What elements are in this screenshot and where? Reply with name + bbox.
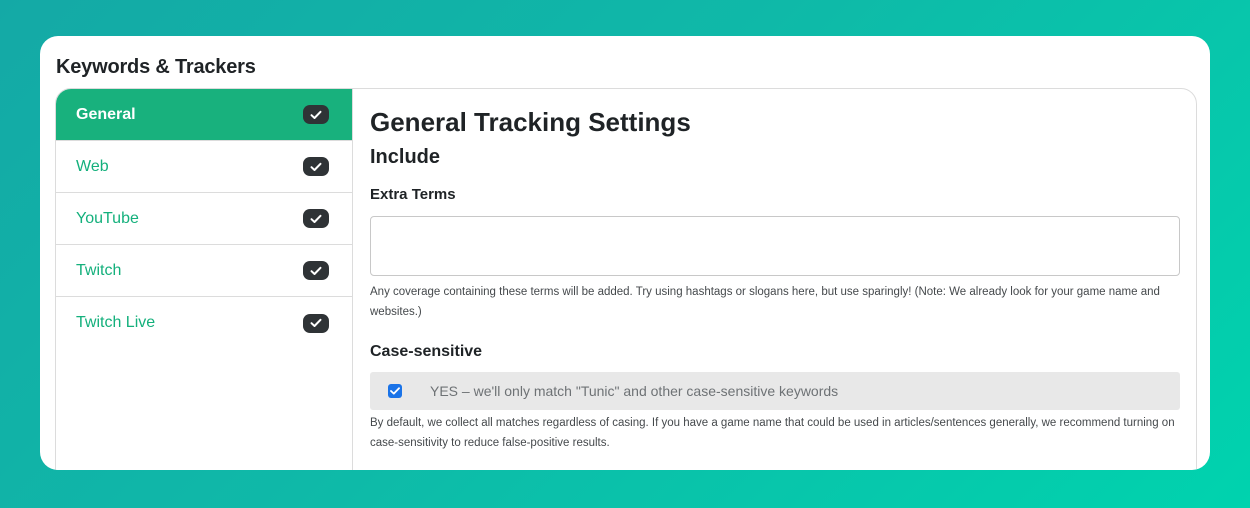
main-content: General Tracking Settings Include Extra … <box>354 89 1196 470</box>
sidebar-item-web[interactable]: Web <box>56 141 352 193</box>
sidebar-item-label: Web <box>76 157 109 175</box>
section-heading-include: Include <box>370 146 441 168</box>
sidebar-item-label: General <box>76 105 136 123</box>
case-sensitive-label: Case-sensitive <box>370 343 483 360</box>
check-icon <box>303 105 329 124</box>
keywords-trackers-card: Keywords & Trackers General Web YouTube <box>40 36 1210 470</box>
sidebar-item-twitch-live[interactable]: Twitch Live <box>56 297 352 349</box>
extra-terms-input[interactable] <box>370 216 1180 276</box>
check-icon <box>303 209 329 228</box>
sidebar-item-label: Twitch Live <box>76 314 156 331</box>
case-sensitive-help-text: By default, we collect all matches regar… <box>370 417 1175 449</box>
sidebar-item-label: YouTube <box>76 209 139 227</box>
settings-panel: General Web YouTube Twitch Twitch Live G… <box>55 88 1197 470</box>
sidebar: General Web YouTube Twitch Twitch Live <box>56 89 353 470</box>
case-sensitive-option-label: YES – we'll only match "Tunic" and other… <box>430 383 839 399</box>
extra-terms-help-text: Any coverage containing these terms will… <box>370 286 1160 318</box>
sidebar-item-youtube[interactable]: YouTube <box>56 193 352 245</box>
sidebar-item-twitch[interactable]: Twitch <box>56 245 352 297</box>
check-icon <box>303 157 329 176</box>
page-title: General Tracking Settings <box>370 107 691 137</box>
sidebar-item-label: Twitch <box>76 261 122 279</box>
case-sensitive-option[interactable]: YES – we'll only match "Tunic" and other… <box>370 372 1180 410</box>
card-title: Keywords & Trackers <box>56 56 256 78</box>
sidebar-item-general[interactable]: General <box>56 89 352 141</box>
case-sensitive-checkbox[interactable] <box>388 384 402 398</box>
extra-terms-label: Extra Terms <box>370 186 456 203</box>
check-icon <box>303 313 329 333</box>
check-icon <box>303 261 329 280</box>
